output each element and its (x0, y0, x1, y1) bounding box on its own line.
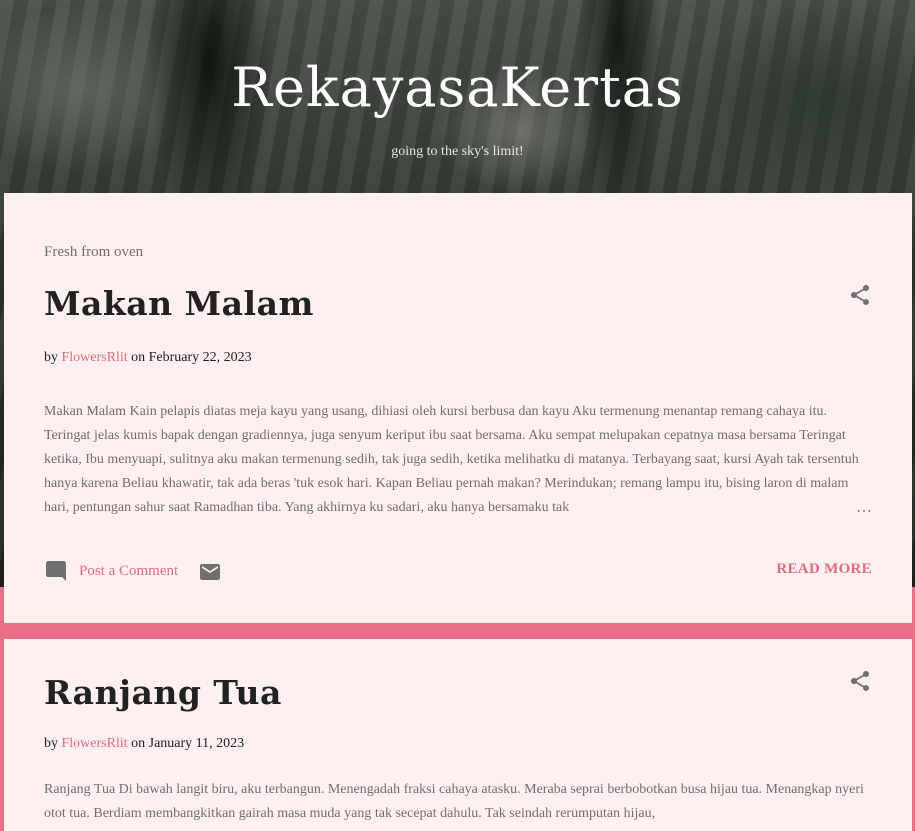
comment-label: Post a Comment (79, 562, 179, 579)
post-comment-link[interactable]: Post a Comment (44, 559, 178, 583)
blog-title[interactable]: RekayasaKertas (0, 56, 915, 119)
post-date[interactable]: February 22, 2023 (149, 350, 252, 365)
post-byline: by FlowersRlit on January 11, 2023 (44, 736, 244, 752)
mail-icon (200, 564, 220, 580)
read-more-link[interactable]: READ MORE (776, 561, 872, 578)
post-date[interactable]: January 11, 2023 (149, 736, 245, 751)
byline-on: on (131, 350, 146, 365)
blog-description: going to the sky's limit! (391, 144, 524, 159)
author-link[interactable]: FlowersRlit (62, 350, 128, 365)
post-title[interactable]: Ranjang Tua (44, 673, 282, 712)
share-button[interactable] (848, 283, 872, 307)
snippet-text: Ranjang Tua Di bawah langit biru, aku te… (44, 782, 864, 821)
share-icon (851, 285, 869, 305)
byline-by: by (44, 736, 58, 751)
author-link[interactable]: FlowersRlit (62, 736, 128, 751)
email-post-button[interactable] (198, 560, 222, 589)
post-byline: by FlowersRlit on February 22, 2023 (44, 350, 252, 366)
comment-icon (46, 561, 66, 581)
snippet-text: Makan Malam Kain pelapis diatas meja kay… (44, 404, 859, 515)
section-label: Fresh from oven (44, 244, 144, 260)
post-footer: Post a Comment READ MORE (44, 559, 872, 585)
post-card: Fresh from oven Makan Malam by FlowersRl… (4, 193, 912, 623)
byline-by: by (44, 350, 58, 365)
byline-on: on (131, 736, 146, 751)
post-title[interactable]: Makan Malam (44, 284, 314, 323)
post-snippet: Makan Malam Kain pelapis diatas meja kay… (44, 400, 872, 520)
snippet-ellipsis: … (850, 496, 872, 520)
share-button[interactable] (848, 669, 872, 693)
post-snippet: Ranjang Tua Di bawah langit biru, aku te… (44, 778, 872, 826)
share-icon (851, 671, 869, 691)
post-card: Ranjang Tua by FlowersRlit on January 11… (4, 639, 912, 831)
